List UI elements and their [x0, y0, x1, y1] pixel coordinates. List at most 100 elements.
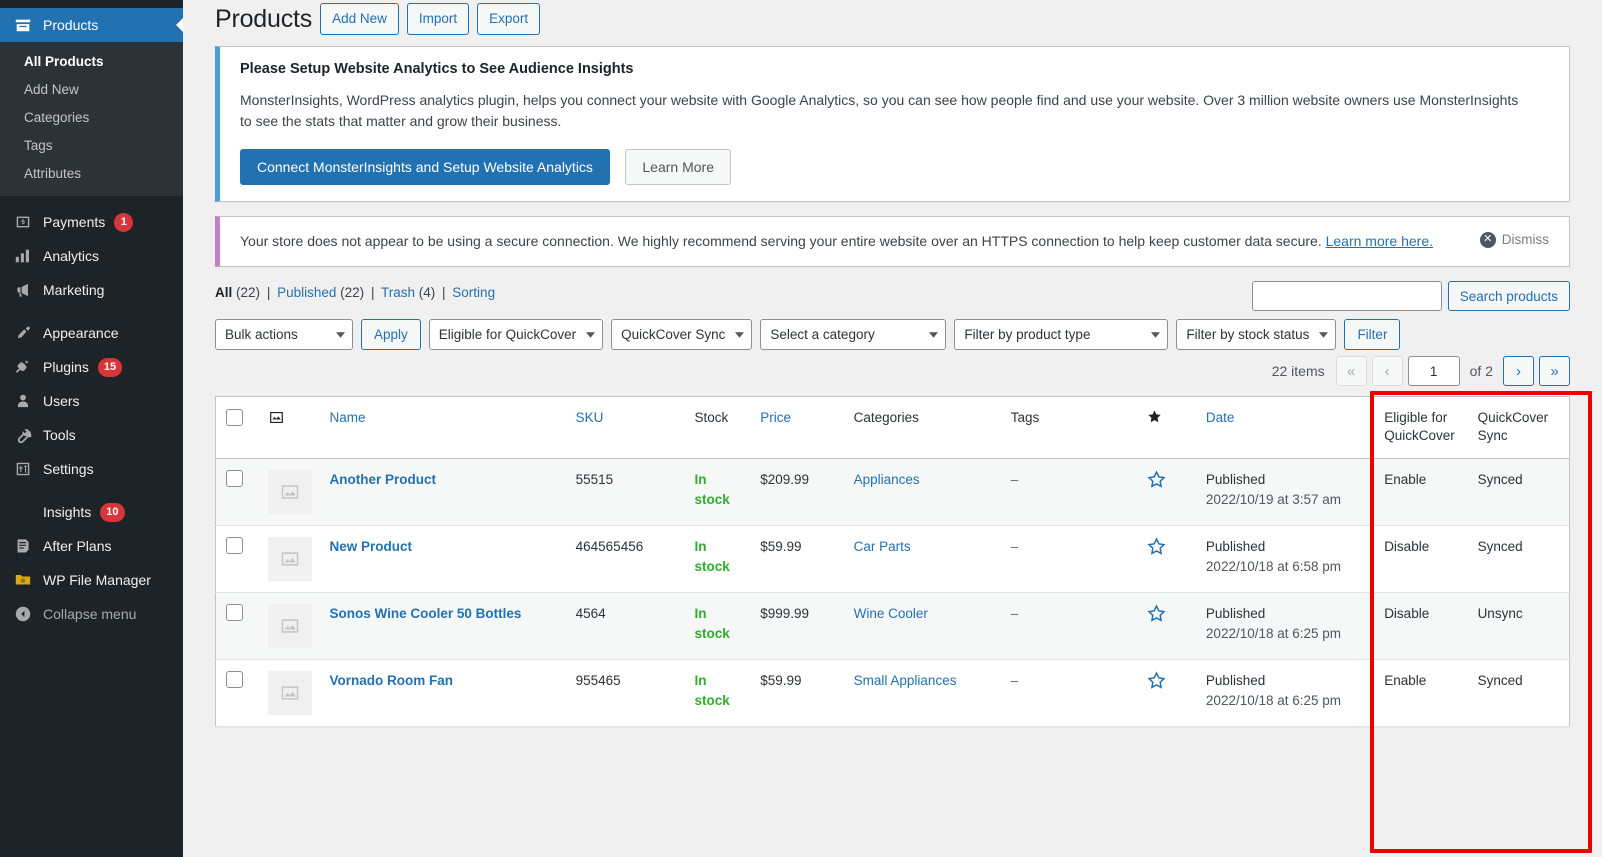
date-column-header[interactable]: Date [1195, 396, 1375, 459]
table-row[interactable]: New Product 464565456 In stock $59.99 Ca… [215, 525, 1570, 593]
search-products-button[interactable]: Search products [1447, 281, 1570, 312]
filter-button[interactable]: Filter [1344, 319, 1401, 351]
featured-star-icon[interactable] [1146, 470, 1166, 492]
search-input[interactable] [1251, 281, 1442, 312]
sidebar-item-collapse-menu[interactable]: Collapse menu [0, 597, 183, 631]
close-icon: ✕ [1479, 231, 1496, 248]
sidebar-item-products[interactable]: Products [0, 8, 183, 42]
next-page-button[interactable]: › [1503, 356, 1534, 387]
submenu-item-tags[interactable]: Tags [0, 132, 183, 160]
learn-more-button[interactable]: Learn More [625, 148, 731, 185]
row-eligible-quickcover-cell[interactable]: Enable [1374, 659, 1468, 727]
row-quickcover-sync-cell[interactable]: Synced [1467, 458, 1570, 526]
category-value: Select a category [770, 327, 875, 343]
table-row[interactable]: Another Product 55515 In stock $209.99 A… [215, 458, 1570, 526]
import-button[interactable]: Import [406, 3, 470, 36]
submenu-item-attributes[interactable]: Attributes [0, 160, 183, 188]
status-link-sorting[interactable]: Sorting [452, 285, 495, 300]
row-checkbox-cell [215, 592, 258, 660]
product-name-link[interactable]: Another Product [329, 472, 436, 487]
sidebar-item-appearance[interactable]: Appearance [0, 316, 183, 350]
sidebar-item-settings[interactable]: Settings [0, 452, 183, 486]
status-link-trash[interactable]: Trash [381, 285, 415, 300]
categories-column-label: Categories [853, 410, 919, 426]
stock-status-select[interactable]: Filter by stock status [1176, 319, 1337, 351]
featured-star-icon[interactable] [1146, 537, 1166, 559]
product-name-link[interactable]: Sonos Wine Cooler 50 Bottles [329, 606, 521, 621]
https-notice-text: Your store does not appear to be using a… [240, 232, 1326, 249]
first-page-button[interactable]: « [1335, 356, 1367, 387]
sidebar-item-insights[interactable]: Insights 10 [0, 495, 183, 529]
featured-star-icon[interactable] [1146, 671, 1166, 693]
https-learn-more-link[interactable]: Learn more here. [1326, 233, 1433, 249]
row-eligible-quickcover-cell[interactable]: Enable [1374, 458, 1468, 526]
sidebar-item-tools[interactable]: Tools [0, 418, 183, 452]
sidebar-item-plugins[interactable]: Plugins 15 [0, 350, 183, 384]
insights-badge: 10 [100, 502, 125, 522]
add-new-button[interactable]: Add New [320, 3, 399, 36]
submenu-item-categories[interactable]: Categories [0, 104, 183, 132]
status-link-all[interactable]: All [215, 285, 232, 300]
stock-column-header: Stock [684, 396, 751, 459]
select-all-header [215, 396, 258, 459]
chevron-down-icon [929, 332, 939, 338]
row-checkbox[interactable] [226, 670, 243, 688]
sidebar-item-analytics[interactable]: Analytics [0, 239, 183, 273]
sku-column-header[interactable]: SKU [565, 396, 685, 459]
current-page-input[interactable] [1407, 356, 1460, 387]
row-categories-cell: Wine Cooler [843, 592, 1001, 660]
table-row[interactable]: Vornado Room Fan 955465 In stock $59.99 … [215, 659, 1570, 727]
last-page-button[interactable]: » [1539, 356, 1570, 387]
category-select[interactable]: Select a category [760, 319, 947, 351]
row-checkbox[interactable] [226, 536, 243, 554]
product-name-link[interactable]: Vornado Room Fan [329, 673, 453, 688]
product-thumbnail [267, 670, 312, 715]
products-table-head: Name SKU Stock Price Categories Tags Dat… [215, 396, 1570, 459]
row-eligible-quickcover-cell[interactable]: Disable [1374, 525, 1468, 593]
submenu-item-add-new[interactable]: Add New [0, 76, 183, 104]
status-link-published[interactable]: Published [277, 285, 336, 300]
apply-button[interactable]: Apply [361, 319, 421, 351]
name-column-header[interactable]: Name [319, 396, 566, 459]
table-filters-row: Bulk actions Apply Eligible for QuickCov… [215, 319, 1570, 351]
category-link[interactable]: Small Appliances [854, 673, 957, 688]
quickcover-sync-select[interactable]: QuickCover Sync [611, 319, 753, 351]
sidebar-item-marketing[interactable]: Marketing [0, 273, 183, 307]
row-checkbox[interactable] [226, 469, 243, 487]
price-column-header[interactable]: Price [750, 396, 844, 459]
category-link[interactable]: Appliances [854, 472, 920, 487]
prev-page-button[interactable]: ‹ [1371, 356, 1403, 387]
submenu-item-all-products[interactable]: All Products [0, 48, 183, 76]
status-count-published: (22) [340, 285, 365, 301]
row-quickcover-sync-cell[interactable]: Unsync [1467, 592, 1570, 660]
table-header-row: Name SKU Stock Price Categories Tags Dat… [215, 396, 1570, 459]
sidebar-item-wp-file-manager[interactable]: WP File Manager [0, 563, 183, 597]
row-quickcover-sync-cell[interactable]: Synced [1467, 525, 1570, 593]
sku-column-label: SKU [575, 410, 604, 426]
category-link[interactable]: Car Parts [854, 539, 911, 554]
row-checkbox[interactable] [226, 603, 243, 621]
product-type-select[interactable]: Filter by product type [954, 319, 1169, 351]
row-checkbox-cell [215, 659, 258, 727]
bulk-actions-select[interactable]: Bulk actions [215, 319, 353, 351]
row-eligible-quickcover-cell[interactable]: Disable [1374, 592, 1468, 660]
bulk-actions-value: Bulk actions [225, 327, 298, 343]
row-sku-cell: 955465 [565, 659, 685, 727]
row-quickcover-sync-cell[interactable]: Synced [1467, 659, 1570, 727]
monsterinsights-notice: Please Setup Website Analytics to See Au… [215, 45, 1570, 202]
featured-star-icon[interactable] [1146, 604, 1166, 626]
connect-monsterinsights-button[interactable]: Connect MonsterInsights and Setup Websit… [240, 148, 610, 185]
row-date-cell: Published 2022/10/18 at 6:25 pm [1195, 659, 1375, 727]
dismiss-notice-button[interactable]: ✕ Dismiss [1474, 231, 1555, 249]
category-link[interactable]: Wine Cooler [854, 606, 928, 621]
sidebar-item-after-plans[interactable]: After Plans [0, 529, 183, 563]
eligible-quickcover-select[interactable]: Eligible for QuickCover [428, 319, 604, 351]
sidebar-item-users[interactable]: Users [0, 384, 183, 418]
row-featured-cell [1136, 659, 1196, 727]
select-all-checkbox[interactable] [226, 409, 243, 427]
product-name-link[interactable]: New Product [329, 539, 412, 554]
payments-icon [12, 212, 34, 232]
export-button[interactable]: Export [477, 3, 541, 36]
sidebar-item-payments[interactable]: Payments 1 [0, 205, 183, 239]
table-row[interactable]: Sonos Wine Cooler 50 Bottles 4564 In sto… [215, 592, 1570, 660]
